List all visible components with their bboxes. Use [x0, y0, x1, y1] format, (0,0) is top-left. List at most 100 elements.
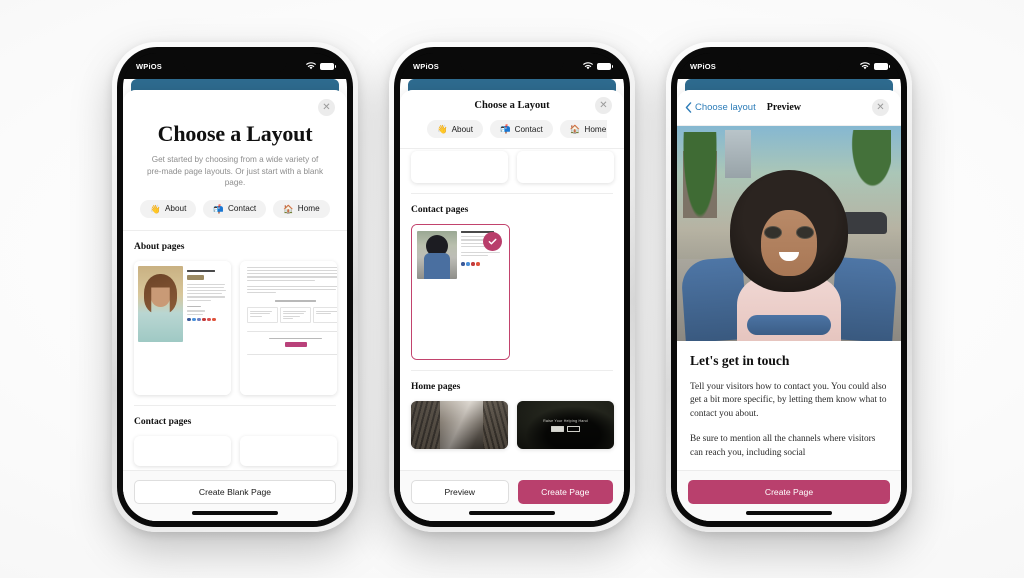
waving-hand-icon: 👋 [150, 203, 161, 214]
thumbnail-button [551, 425, 564, 432]
phone-2-bezel: WPiOS ✕ Choose a Layout 👋 About 📬 Contac… [394, 47, 630, 527]
battery-icon [874, 62, 890, 70]
card-row [134, 260, 337, 395]
section-contact-pages: Contact pages [123, 417, 347, 466]
layout-list-1[interactable]: About pages Contact pages [123, 230, 347, 470]
section-title: Contact pages [134, 416, 192, 427]
create-page-button[interactable]: Create Page [517, 480, 613, 504]
create-blank-page-button[interactable]: Create Blank Page [134, 480, 336, 504]
create-page-button[interactable]: Create Page [688, 480, 890, 504]
close-button[interactable]: ✕ [318, 99, 335, 116]
mailbox-icon: 📬 [213, 203, 224, 214]
layout-thumbnail [240, 260, 337, 395]
layout-thumbnail [134, 260, 231, 395]
layout-card[interactable] [134, 435, 231, 466]
preview-scroll[interactable]: Let's get in touch Tell your visitors ho… [677, 126, 901, 470]
thumbnail-title: Raise Your Helping Hand [543, 418, 588, 423]
waving-hand-icon: 👋 [437, 123, 448, 134]
phone-3-screen: WPiOS Choose layout Preview ✕ Let's get … [677, 53, 901, 521]
sunglasses-icon [764, 226, 814, 239]
phone-3-bezel: WPiOS Choose layout Preview ✕ Let's get … [671, 47, 907, 527]
chip-home[interactable]: 🏠 Home [273, 199, 330, 218]
preview-paragraph-1: Tell your visitors how to contact you. Y… [690, 382, 887, 419]
chip-about[interactable]: 👋 About [140, 199, 197, 218]
status-bar-icons [306, 62, 336, 70]
sheet-header-1: ✕ Choose a Layout Get started by choosin… [123, 90, 347, 230]
page-title: Preview [766, 102, 801, 113]
chip-label: About [451, 124, 473, 134]
layout-card[interactable]: Raise Your Helping Hand [517, 401, 614, 449]
preview-hero-image [677, 126, 901, 341]
face [761, 210, 817, 276]
section-divider [134, 404, 336, 406]
chip-label: Contact [227, 204, 257, 214]
mailbox-icon: 📬 [500, 123, 511, 134]
back-label: Choose layout [695, 102, 756, 113]
back-to-choose-layout-button[interactable]: Choose layout [685, 102, 756, 113]
layout-card[interactable] [411, 151, 508, 183]
preview-button[interactable]: Preview [411, 480, 509, 504]
section-title: Contact pages [411, 205, 469, 215]
phone-1: WPiOS ✕ Choose a Layout Get started by c… [112, 42, 358, 532]
card-row: Raise Your Helping Hand [411, 401, 614, 449]
battery-icon [597, 62, 613, 70]
thumbnail-photo [138, 265, 183, 342]
wifi-icon [860, 62, 870, 70]
preview-paragraph-2: Be sure to mention all the channels wher… [690, 434, 876, 458]
section-home-pages: Home pages Raise Your Helping Hand [400, 382, 624, 449]
layout-thumbnail: Raise Your Helping Hand [517, 401, 614, 449]
section-partial-cards [400, 151, 624, 194]
card-row [411, 224, 616, 360]
page-title: Choose a Layout [157, 121, 313, 146]
section-divider [411, 193, 613, 194]
section-contact-pages: Contact pages [400, 205, 624, 371]
chip-about[interactable]: 👋 About [427, 120, 483, 138]
home-indicator [192, 511, 278, 515]
layout-card[interactable] [411, 401, 508, 449]
phone-3: WPiOS Choose layout Preview ✕ Let's get … [666, 42, 912, 532]
category-chips-2: 👋 About 📬 Contact 🏠 Home [417, 120, 607, 139]
thumbnail-button [567, 425, 580, 432]
chip-contact[interactable]: 📬 Contact [203, 199, 267, 218]
preview-heading: Let's get in touch [690, 353, 790, 368]
close-button[interactable]: ✕ [595, 97, 612, 114]
choose-layout-sheet-2: ✕ Choose a Layout 👋 About 📬 Contact 🏠 Ho… [400, 90, 624, 521]
wifi-icon [306, 62, 316, 70]
layout-card-selected[interactable] [411, 224, 510, 360]
layout-list-2[interactable]: Contact pages Home pages Raise Your Help… [400, 149, 624, 470]
layout-card[interactable] [240, 260, 337, 395]
chip-label: Home [297, 204, 320, 214]
close-button[interactable]: ✕ [872, 99, 889, 116]
choose-layout-sheet-1: ✕ Choose a Layout Get started by choosin… [123, 90, 347, 521]
phone-2-screen: WPiOS ✕ Choose a Layout 👋 About 📬 Contac… [400, 53, 624, 521]
section-about-pages: About pages [123, 242, 347, 406]
battery-icon [320, 62, 336, 70]
thumbnail-photo [417, 231, 457, 279]
section-title: Home pages [411, 382, 461, 392]
notch-2 [460, 53, 564, 74]
layout-card[interactable] [519, 224, 616, 358]
status-bar-icons [860, 62, 890, 70]
layout-card[interactable] [240, 435, 337, 466]
sheet-header-2: ✕ Choose a Layout 👋 About 📬 Contact 🏠 Ho… [400, 90, 624, 148]
status-bar-label: WPiOS [136, 61, 163, 71]
layout-thumbnail [411, 401, 508, 449]
layout-card[interactable] [134, 260, 231, 395]
building [725, 130, 751, 178]
chip-home[interactable]: 🏠 Home [559, 120, 607, 138]
home-indicator [469, 511, 555, 515]
layout-card[interactable] [517, 151, 614, 183]
section-divider [411, 370, 613, 371]
chip-contact[interactable]: 📬 Contact [490, 120, 553, 138]
check-glyph [488, 238, 497, 245]
status-bar-label: WPiOS [690, 61, 717, 71]
screenshot-canvas: WPiOS ✕ Choose a Layout Get started by c… [0, 0, 1024, 578]
preview-navbar: Choose layout Preview ✕ [677, 90, 901, 126]
chip-label: Home [584, 124, 607, 134]
page-subtitle: Get started by choosing from a wide vari… [146, 155, 324, 188]
section-title: About pages [134, 241, 185, 252]
preview-text-block: Let's get in touch Tell your visitors ho… [677, 341, 901, 461]
wifi-icon [583, 62, 593, 70]
status-bar-icons [583, 62, 613, 70]
phone-2: WPiOS ✕ Choose a Layout 👋 About 📬 Contac… [389, 42, 635, 532]
